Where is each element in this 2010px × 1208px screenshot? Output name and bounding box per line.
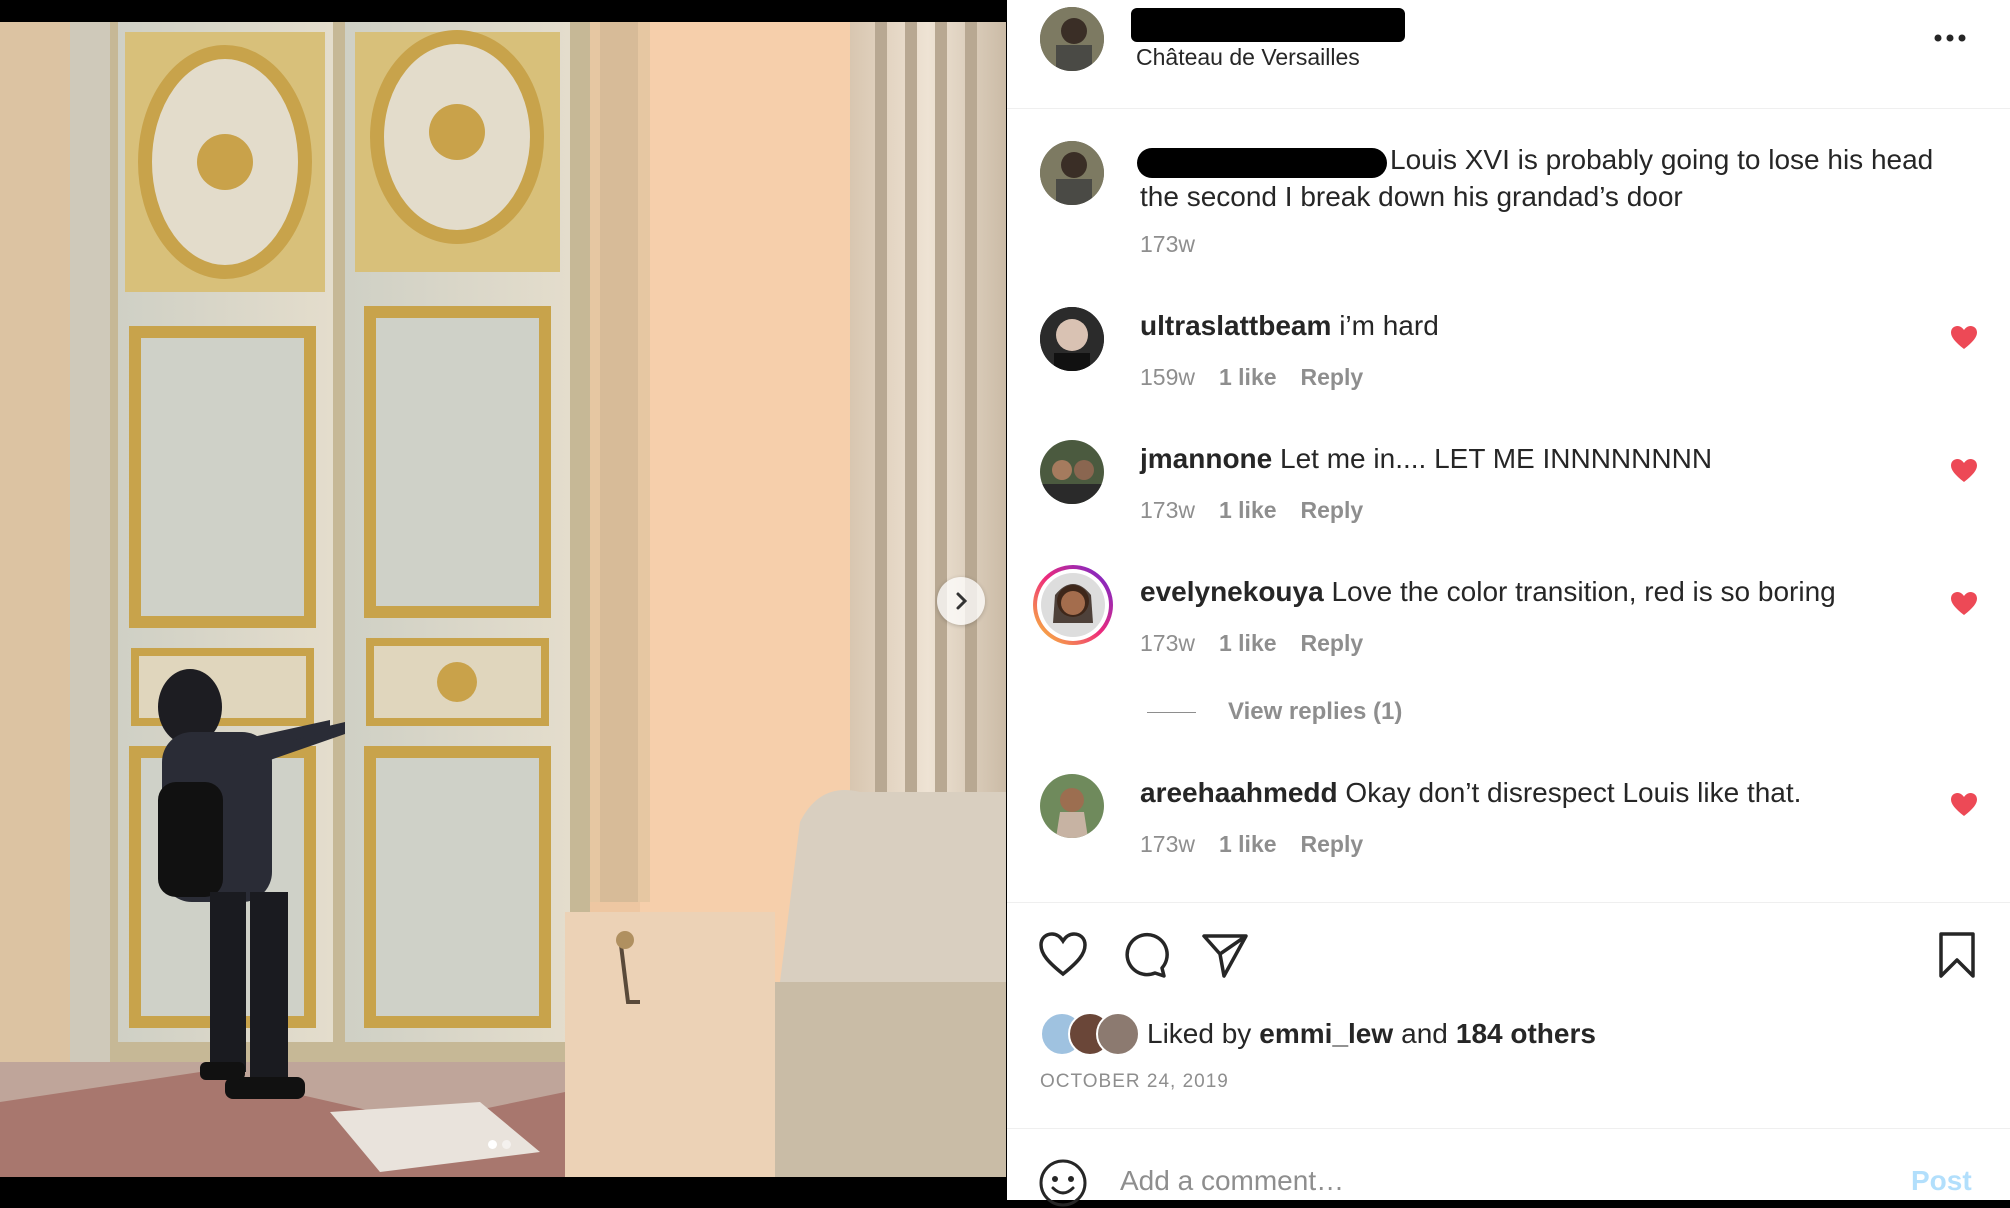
comment-body: evelynekouya Love the color transition, … <box>1140 573 1836 610</box>
redacted-username <box>1131 8 1405 42</box>
emoji-icon[interactable] <box>1038 1158 1088 1208</box>
comment-username[interactable]: jmannone <box>1140 443 1272 474</box>
comment-text: Love the color transition, red is so bor… <box>1331 576 1836 607</box>
comment-age[interactable]: 173w <box>1140 831 1195 858</box>
actions-divider <box>1007 902 2010 903</box>
comment-body: areehaahmedd Okay don’t disrespect Louis… <box>1140 774 1801 811</box>
comment-like-count[interactable]: 1 like <box>1219 630 1277 657</box>
carousel-dot-active <box>488 1140 497 1149</box>
comment-avatar[interactable] <box>1040 774 1104 838</box>
post-date[interactable]: OCTOBER 24, 2019 <box>1040 1071 1229 1093</box>
comment-body: ultraslattbeam i’m hard <box>1140 307 1439 344</box>
heart-icon[interactable] <box>1038 930 1088 980</box>
caption-text: Louis XVI is probably going to lose his … <box>1140 144 1934 212</box>
more-icon[interactable] <box>1930 26 1970 50</box>
comment-avatar[interactable] <box>1040 307 1104 371</box>
post-side-panel: Château de Versailles Louis XVI is proba… <box>1007 0 2010 1207</box>
view-replies-divider <box>1147 711 1196 713</box>
liked-by-user[interactable]: emmi_lew <box>1259 1018 1393 1050</box>
liked-by-avatars[interactable] <box>1040 1012 1150 1056</box>
liked-by-prefix: Liked by <box>1147 1018 1252 1049</box>
caption-meta: 173w <box>1140 231 1195 258</box>
author-avatar[interactable] <box>1040 7 1104 71</box>
comment-like-count[interactable]: 1 like <box>1219 831 1277 858</box>
post-media <box>0 0 1006 1200</box>
chevron-right-icon <box>956 592 968 610</box>
comment-username[interactable]: areehaahmedd <box>1140 777 1338 808</box>
next-photo-button[interactable] <box>937 577 985 625</box>
comment-text: Let me in.... LET ME INNNNNNNN <box>1280 443 1713 474</box>
add-comment-input[interactable]: Add a comment… <box>1120 1165 1344 1197</box>
heart-icon[interactable] <box>1950 792 1978 818</box>
comment-age[interactable]: 159w <box>1140 364 1195 391</box>
comment-meta: 173w 1 like Reply <box>1140 497 1363 524</box>
comment-like-count[interactable]: 1 like <box>1219 497 1277 524</box>
caption-author-avatar[interactable] <box>1040 141 1104 205</box>
comment-meta: 173w 1 like Reply <box>1140 831 1363 858</box>
comment-age[interactable]: 173w <box>1140 497 1195 524</box>
heart-icon[interactable] <box>1950 591 1978 617</box>
comment-username[interactable]: ultraslattbeam <box>1140 310 1331 341</box>
post-comment-button[interactable]: Post <box>1911 1165 1972 1197</box>
bookmark-icon[interactable] <box>1932 930 1982 980</box>
comment-meta: 173w 1 like Reply <box>1140 630 1363 657</box>
comment-meta: 159w 1 like Reply <box>1140 364 1363 391</box>
post-photo <box>0 22 1006 1177</box>
caption-age: 173w <box>1140 231 1195 257</box>
comment-avatar[interactable] <box>1040 440 1104 504</box>
comment-box-divider <box>1007 1128 2010 1129</box>
carousel-dot <box>502 1140 511 1149</box>
comment-reply-button[interactable]: Reply <box>1301 497 1364 524</box>
liked-by-joiner: and <box>1401 1018 1448 1049</box>
liked-by-summary: Liked by emmi_lew and 184 others <box>1147 1018 1596 1050</box>
comment-username[interactable]: evelynekouya <box>1140 576 1324 607</box>
view-replies-button[interactable]: View replies (1) <box>1147 698 1402 726</box>
comment-icon[interactable] <box>1119 930 1169 980</box>
comment-body: jmannone Let me in.... LET ME INNNNNNNN <box>1140 440 1712 477</box>
comment-reply-button[interactable]: Reply <box>1301 364 1364 391</box>
comment-text: i’m hard <box>1339 310 1439 341</box>
heart-icon[interactable] <box>1950 458 1978 484</box>
comment-reply-button[interactable]: Reply <box>1301 831 1364 858</box>
post-location[interactable]: Château de Versailles <box>1136 44 1360 71</box>
liker-avatar <box>1096 1012 1140 1056</box>
comment-text: Okay don’t disrespect Louis like that. <box>1345 777 1802 808</box>
comment-age[interactable]: 173w <box>1140 630 1195 657</box>
comment-like-count[interactable]: 1 like <box>1219 364 1277 391</box>
heart-icon[interactable] <box>1950 325 1978 351</box>
liked-by-others[interactable]: 184 others <box>1456 1018 1596 1050</box>
view-replies-label: View replies (1) <box>1228 698 1403 725</box>
post-header: Château de Versailles <box>1007 0 2010 109</box>
share-icon[interactable] <box>1200 930 1250 980</box>
comment-reply-button[interactable]: Reply <box>1301 630 1364 657</box>
post-caption: Louis XVI is probably going to lose his … <box>1140 141 1940 215</box>
comment-avatar-story-ring[interactable] <box>1033 565 1113 645</box>
